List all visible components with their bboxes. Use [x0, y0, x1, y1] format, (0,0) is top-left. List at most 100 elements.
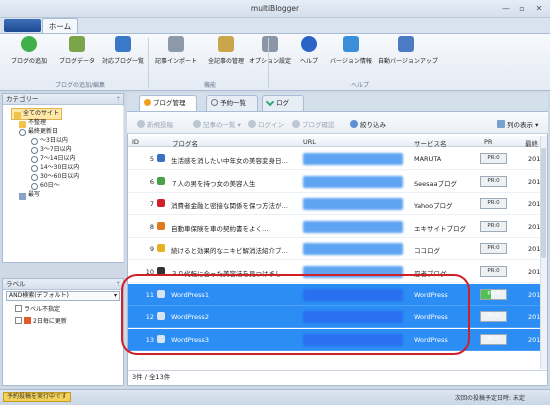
row-last-updated: 201: [528, 335, 540, 344]
pagerank-meter: PR:0: [480, 311, 507, 323]
column-display-button[interactable]: 列の表示 ▾: [497, 119, 538, 129]
article-list-button[interactable]: 記事の一覧 ▾: [193, 119, 241, 129]
clock-icon: clock-icon: [31, 138, 38, 145]
label-item[interactable]: 2日毎に更新: [15, 317, 67, 326]
category-item[interactable]: clock-icon30〜60日以内: [31, 172, 79, 181]
url-redacted: [303, 220, 403, 233]
columns-icon: [497, 120, 505, 128]
checkbox[interactable]: [15, 305, 22, 312]
tab-blog-manage[interactable]: ブログ管理: [139, 95, 197, 111]
clock-icon: clock-icon: [31, 174, 38, 181]
search-mode-value: AND検索(デフォルト): [9, 292, 69, 299]
cocolog-icon: cocolog-icon: [157, 244, 165, 253]
category-item[interactable]: clock-icon7〜14日以内: [31, 154, 75, 163]
ribbon-button[interactable]: help-icon ヘルプ: [296, 36, 322, 78]
blog-check-button[interactable]: ブログ確認: [292, 119, 335, 129]
ribbon-button-label: オプション設定: [248, 58, 291, 65]
pin-icon[interactable]: ᛘ: [116, 94, 120, 105]
category-item[interactable]: clock-icon3〜7日以内: [31, 145, 72, 154]
filter-button[interactable]: 絞り込み: [350, 119, 386, 129]
app-menu-button[interactable]: [4, 19, 41, 32]
search-mode-select[interactable]: AND検索(デフォルト) ▾: [6, 291, 120, 301]
window-title: multiBlogger: [250, 4, 300, 13]
tab-log[interactable]: ログ: [262, 95, 304, 111]
minimize-button[interactable]: —: [500, 3, 512, 14]
row-blog-name: 自動車保険を車の契約書をよく…: [171, 224, 269, 233]
row-service: エキサイトブログ: [414, 224, 466, 233]
yahoo-icon: yahoo-icon: [157, 199, 165, 208]
category-item[interactable]: clock-icon14〜30日以内: [31, 163, 79, 172]
column-header-last[interactable]: 最終: [525, 138, 538, 148]
column-header-service[interactable]: サービス名: [414, 138, 447, 148]
table-row[interactable]: 9cocolog-icon 続けると効果的なニキビ解消法紹介ブ… ココログ PR:0 2…: [128, 238, 540, 261]
ribbon-button[interactable]: auto-update-icon 自動バージョンアップ: [378, 36, 438, 78]
column-header-blog-name[interactable]: ブログ名: [172, 138, 198, 148]
column-header-url[interactable]: URL: [303, 138, 316, 146]
category-item[interactable]: clock-icon〜3日以内: [31, 136, 68, 145]
row-service: Seesaaブログ: [414, 179, 457, 188]
ribbon-button[interactable]: article-manage-icon 全記事の管理: [203, 36, 249, 78]
column-header-pr[interactable]: PR: [484, 138, 492, 146]
article-manage-icon: article-manage-icon: [218, 36, 234, 52]
pagerank-label: PR:0: [487, 335, 500, 342]
row-id: 8: [149, 222, 154, 231]
ribbon-button-label: ヘルプ: [299, 58, 318, 65]
search-icon: [350, 120, 358, 128]
url-redacted: [303, 153, 403, 165]
category-panel-title: カテゴリー: [6, 95, 39, 103]
table-row[interactable]: 7yahoo-icon 消費者金融と密接な関係を保つ方法が… Yahooブログ PR:…: [128, 193, 540, 216]
tab-reservations[interactable]: 予約一覧: [206, 95, 258, 111]
ribbon-button[interactable]: blog-data-icon ブログデータ: [56, 36, 98, 78]
url-redacted: [303, 243, 403, 256]
maximize-button[interactable]: ▫: [516, 3, 528, 14]
globe-icon: globe-icon: [115, 36, 131, 52]
row-service: Yahooブログ: [414, 202, 453, 211]
pagerank-meter: PR:0: [480, 175, 507, 187]
new-post-button[interactable]: 新規投稿: [137, 119, 173, 129]
row-id: 5: [149, 155, 154, 163]
scrollbar-thumb[interactable]: [541, 148, 546, 258]
blog-check-icon: [292, 120, 300, 128]
row-service: ココログ: [414, 247, 440, 256]
checkbox[interactable]: [15, 317, 22, 324]
row-last-updated: 201: [528, 155, 540, 163]
category-item[interactable]: clock-icon60日〜: [31, 181, 60, 190]
pagerank-meter: PR:0: [480, 198, 507, 210]
column-header-id[interactable]: ID: [132, 138, 139, 146]
label-item[interactable]: ラベル不指定: [15, 305, 60, 314]
row-blog-name: ７人の男を持つ女の美容人生: [171, 179, 256, 188]
lock-icon: [248, 120, 256, 128]
pagerank-label: PR:4: [487, 290, 500, 297]
ribbon-tab-strip: [0, 18, 550, 34]
close-button[interactable]: ✕: [533, 3, 545, 14]
clock-icon: clock-icon: [31, 183, 38, 190]
category-item[interactable]: clock-icon最終更新日: [19, 127, 58, 136]
pagerank-label: PR:0: [487, 177, 500, 184]
table-row[interactable]: 6seesaa-icon ７人の男を持つ女の美容人生 Seesaaブログ PR:0 20…: [128, 170, 540, 193]
ribbon-button[interactable]: add-circle-icon ブログの追加: [6, 36, 52, 78]
clock-icon: [211, 99, 218, 106]
ribbon-button[interactable]: mt-import-icon 記事インポート: [153, 36, 199, 78]
table-row[interactable]: 8excite-icon 自動車保険を車の契約書をよく… エキサイトブログ PR:0 2…: [128, 215, 540, 238]
ribbon-button[interactable]: version-check-icon バージョン情報: [326, 36, 376, 78]
ribbon-button[interactable]: globe-icon 対応ブログ一覧: [100, 36, 146, 78]
ribbon-group-label: ヘルプ: [350, 82, 369, 89]
ribbon-group-label: 機能: [203, 82, 216, 89]
tab-home[interactable]: ホーム: [42, 18, 78, 34]
next-post-status: 次回の投稿予定日時: 未定: [455, 395, 525, 402]
row-blog-name: 消費者金融と密接な関係を保つ方法が…: [171, 202, 288, 211]
record-count: 3件 / 全13件: [128, 370, 547, 384]
clock-icon: clock-icon: [31, 165, 38, 172]
help-icon: help-icon: [301, 36, 317, 52]
category-item[interactable]: trash-icon最写: [19, 190, 40, 200]
pin-icon[interactable]: ᛘ: [116, 279, 120, 290]
flag-icon: [24, 317, 31, 324]
pagerank-meter: PR:0: [480, 243, 507, 255]
login-button[interactable]: ログイン: [248, 119, 284, 129]
ribbon-button-label: 対応ブログ一覧: [101, 58, 144, 65]
table-row[interactable]: 5maruta-icon 生活感を消したい中年女の美容変身日… MARUTA PR:0…: [128, 148, 540, 170]
divider: [123, 106, 124, 262]
ribbon-button[interactable]: gear-icon オプション設定: [248, 36, 292, 78]
ribbon-button-label: 全記事の管理: [207, 58, 244, 65]
row-last-updated: 201: [528, 290, 540, 299]
